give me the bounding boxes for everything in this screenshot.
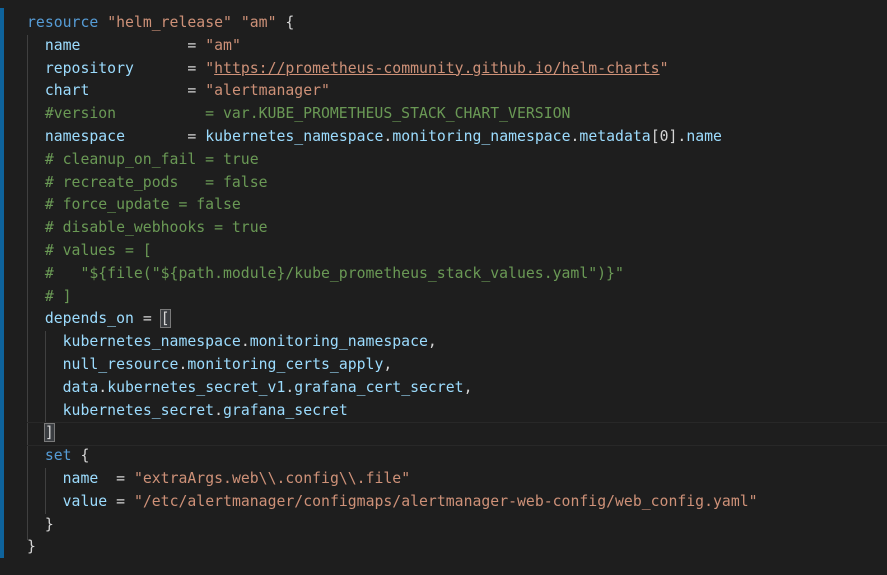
code-line-24[interactable]: }	[27, 536, 758, 559]
code-line-15[interactable]: kubernetes_namespace.monitoring_namespac…	[27, 331, 758, 354]
code-line-4[interactable]: chart = "alertmanager"	[27, 80, 758, 103]
code-editor[interactable]: resource "helm_release" "am" { name = "a…	[0, 0, 887, 575]
code-line-20[interactable]: set {	[27, 445, 758, 468]
code-line-10[interactable]: # disable_webhooks = true	[27, 217, 758, 240]
code-line-19[interactable]: ]	[27, 422, 758, 445]
code-line-23[interactable]: }	[27, 514, 758, 537]
code-line-3[interactable]: repository = "https://prometheus-communi…	[27, 58, 758, 81]
modified-lines-gutter-indicator	[0, 8, 4, 558]
code-line-18[interactable]: kubernetes_secret.grafana_secret	[27, 400, 758, 423]
code-line-11[interactable]: # values = [	[27, 240, 758, 263]
code-line-16[interactable]: null_resource.monitoring_certs_apply,	[27, 354, 758, 377]
code-line-8[interactable]: # recreate_pods = false	[27, 172, 758, 195]
code-line-13[interactable]: # ]	[27, 286, 758, 309]
code-line-2[interactable]: name = "am"	[27, 35, 758, 58]
code-line-17[interactable]: data.kubernetes_secret_v1.grafana_cert_s…	[27, 377, 758, 400]
code-line-22[interactable]: value = "/etc/alertmanager/configmaps/al…	[27, 491, 758, 514]
code-line-12[interactable]: # "${file("${path.module}/kube_prometheu…	[27, 263, 758, 286]
code-line-6[interactable]: namespace = kubernetes_namespace.monitor…	[27, 126, 758, 149]
code-lines[interactable]: resource "helm_release" "am" { name = "a…	[27, 12, 758, 559]
code-line-5[interactable]: #version = var.KUBE_PROMETHEUS_STACK_CHA…	[27, 103, 758, 126]
code-line-1[interactable]: resource "helm_release" "am" {	[27, 12, 758, 35]
code-line-9[interactable]: # force_update = false	[27, 194, 758, 217]
code-line-21[interactable]: name = "extraArgs.web\\.config\\.file"	[27, 468, 758, 491]
code-line-7[interactable]: # cleanup_on_fail = true	[27, 149, 758, 172]
code-line-14[interactable]: depends_on = [	[27, 308, 758, 331]
